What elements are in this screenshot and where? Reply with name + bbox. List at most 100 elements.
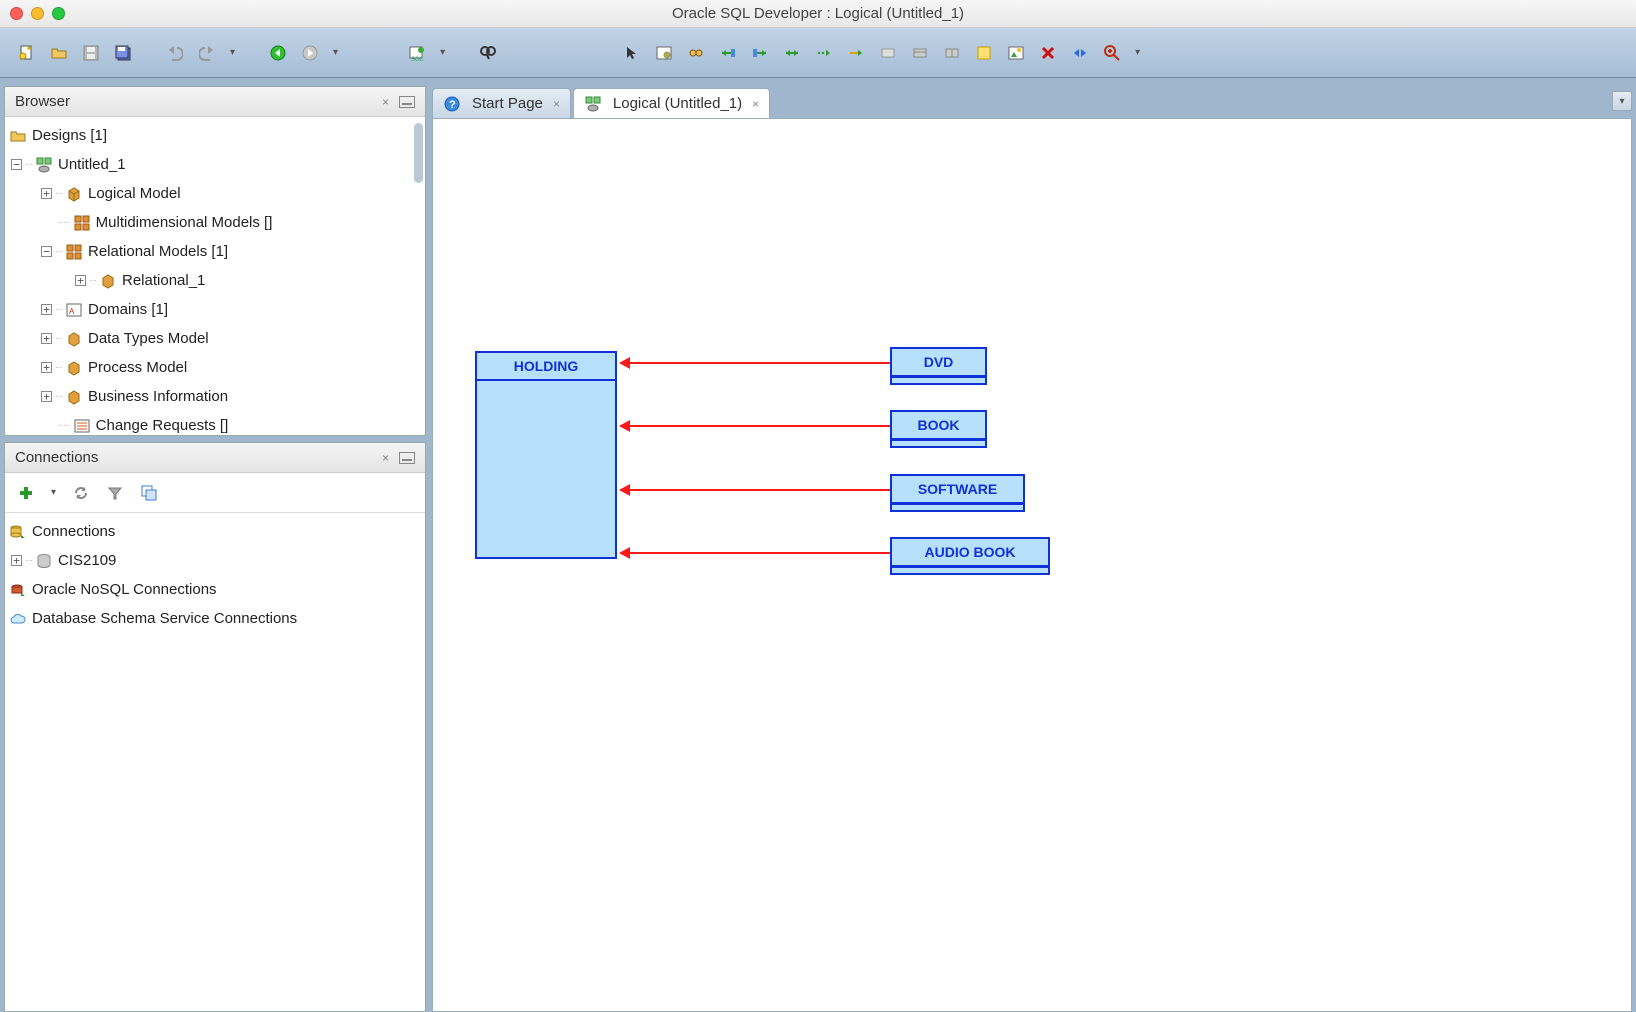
- relation-line[interactable]: [629, 489, 890, 491]
- relation-line[interactable]: [629, 552, 890, 554]
- tree-design-node[interactable]: − ··· Untitled_1: [5, 150, 425, 179]
- sql-dropdown[interactable]: ▾: [436, 47, 449, 58]
- relation-tool-1[interactable]: [715, 40, 741, 66]
- browser-scrollbar[interactable]: [414, 123, 423, 183]
- browser-minimize-button[interactable]: [399, 96, 415, 108]
- entity-software[interactable]: SOFTWARE: [890, 474, 1025, 512]
- engineer-button[interactable]: [1067, 40, 1093, 66]
- expand-icon[interactable]: +: [75, 275, 86, 286]
- connections-icon: [9, 523, 27, 541]
- tab-close-button[interactable]: ×: [549, 97, 560, 111]
- browser-panel-title: Browser: [15, 93, 70, 110]
- browser-tree[interactable]: Designs [1] − ··· Untitled_1 + ··: [5, 117, 425, 435]
- filter-button[interactable]: [102, 480, 128, 506]
- tree-label: Domains [1]: [88, 301, 168, 318]
- note-tool[interactable]: [971, 40, 997, 66]
- entity-audio-book[interactable]: AUDIO BOOK: [890, 537, 1050, 575]
- relation-tool-4[interactable]: [811, 40, 837, 66]
- connections-toolbar: ▾: [5, 473, 425, 513]
- tree-connector-icon: ···: [86, 275, 99, 286]
- tab-close-button[interactable]: ×: [748, 97, 759, 111]
- image-tool[interactable]: [1003, 40, 1029, 66]
- zoom-dropdown[interactable]: ▾: [1131, 47, 1144, 58]
- forward-button[interactable]: [297, 40, 323, 66]
- save-button[interactable]: [78, 40, 104, 66]
- tab-logical[interactable]: Logical (Untitled_1) ×: [573, 88, 770, 118]
- entity-book[interactable]: BOOK: [890, 410, 987, 448]
- connection-cis2109[interactable]: + ··· CIS2109: [5, 546, 425, 575]
- new-connection-dropdown[interactable]: ▾: [47, 487, 60, 498]
- cube-icon: [65, 330, 83, 348]
- tree-business-info[interactable]: + ··· Business Information: [5, 382, 425, 411]
- tns-button[interactable]: [136, 480, 162, 506]
- glasses-icon[interactable]: [683, 40, 709, 66]
- properties-button[interactable]: [651, 40, 677, 66]
- expand-icon[interactable]: +: [41, 333, 52, 344]
- svg-text:?: ?: [449, 99, 456, 111]
- entity-name: BOOK: [892, 412, 985, 440]
- tree-relational-models[interactable]: − ··· Relational Models [1]: [5, 237, 425, 266]
- cube-icon: [65, 359, 83, 377]
- oracle-nosql-connections[interactable]: Oracle NoSQL Connections: [5, 575, 425, 604]
- tree-relational-1[interactable]: + ··· Relational_1: [5, 266, 425, 295]
- browser-panel: Browser × Designs [1]: [4, 86, 426, 436]
- expand-icon[interactable]: +: [41, 304, 52, 315]
- box-tool-2[interactable]: [907, 40, 933, 66]
- connections-tree[interactable]: Connections + ··· CIS2109 Oracle: [5, 513, 425, 1011]
- collapse-icon[interactable]: −: [11, 159, 22, 170]
- connections-panel: Connections × ▾: [4, 442, 426, 1012]
- save-all-button[interactable]: [110, 40, 136, 66]
- entity-holding[interactable]: HOLDING: [475, 351, 617, 559]
- tree-multidimensional[interactable]: ····· Multidimensional Models []: [5, 208, 425, 237]
- refresh-connections-button[interactable]: [68, 480, 94, 506]
- relation-line[interactable]: [629, 425, 890, 427]
- sql-worksheet-button[interactable]: SQL: [404, 40, 430, 66]
- new-button[interactable]: [14, 40, 40, 66]
- undo-button[interactable]: [162, 40, 188, 66]
- editor-tabbar: ? Start Page × Logical (Untitled_1) × ▾: [432, 86, 1632, 118]
- tree-process-model[interactable]: + ··· Process Model: [5, 353, 425, 382]
- schema-service-connections[interactable]: Database Schema Service Connections: [5, 604, 425, 633]
- expand-icon[interactable]: +: [11, 555, 22, 566]
- box-tool-1[interactable]: [875, 40, 901, 66]
- arc-tool[interactable]: [843, 40, 869, 66]
- browser-close-button[interactable]: ×: [378, 95, 393, 109]
- connections-root[interactable]: Connections: [5, 517, 425, 546]
- delete-tool[interactable]: [1035, 40, 1061, 66]
- tree-designs-root[interactable]: Designs [1]: [5, 121, 425, 150]
- tree-data-types[interactable]: + ··· Data Types Model: [5, 324, 425, 353]
- tree-logical-model[interactable]: + ··· Logical Model: [5, 179, 425, 208]
- select-tool[interactable]: [619, 40, 645, 66]
- tree-label: Relational Models [1]: [88, 243, 228, 260]
- collapse-icon[interactable]: −: [41, 246, 52, 257]
- tree-change-requests[interactable]: ····· Change Requests []: [5, 411, 425, 435]
- new-connection-button[interactable]: [13, 480, 39, 506]
- history-dropdown[interactable]: ▾: [226, 47, 239, 58]
- diagram-canvas[interactable]: HOLDING DVD BOOK SOFTWARE AUDIO BOOK: [432, 118, 1632, 1012]
- entity-dvd[interactable]: DVD: [890, 347, 987, 385]
- tree-domains[interactable]: + ··· A Domains [1]: [5, 295, 425, 324]
- connections-close-button[interactable]: ×: [378, 451, 393, 465]
- redo-button[interactable]: [194, 40, 220, 66]
- cloud-icon: [9, 610, 27, 628]
- relation-tool-2[interactable]: [747, 40, 773, 66]
- tab-start-page[interactable]: ? Start Page ×: [432, 88, 571, 118]
- back-button[interactable]: [265, 40, 291, 66]
- expand-icon[interactable]: +: [41, 391, 52, 402]
- tree-connector-icon: ···: [52, 333, 65, 344]
- relation-line[interactable]: [629, 362, 890, 364]
- open-button[interactable]: [46, 40, 72, 66]
- nav-dropdown[interactable]: ▾: [329, 47, 342, 58]
- relation-arrowhead-icon: [619, 357, 630, 369]
- box-tool-3[interactable]: [939, 40, 965, 66]
- expand-icon[interactable]: +: [41, 362, 52, 373]
- app-window: Oracle SQL Developer : Logical (Untitled…: [0, 0, 1636, 1012]
- connections-minimize-button[interactable]: [399, 452, 415, 464]
- tree-connector-icon: ···: [52, 391, 65, 402]
- tabs-overflow-button[interactable]: ▾: [1612, 91, 1632, 111]
- relation-tool-3[interactable]: [779, 40, 805, 66]
- expand-icon[interactable]: +: [41, 188, 52, 199]
- window-title: Oracle SQL Developer : Logical (Untitled…: [0, 5, 1636, 22]
- find-button[interactable]: [475, 40, 501, 66]
- zoom-button[interactable]: [1099, 40, 1125, 66]
